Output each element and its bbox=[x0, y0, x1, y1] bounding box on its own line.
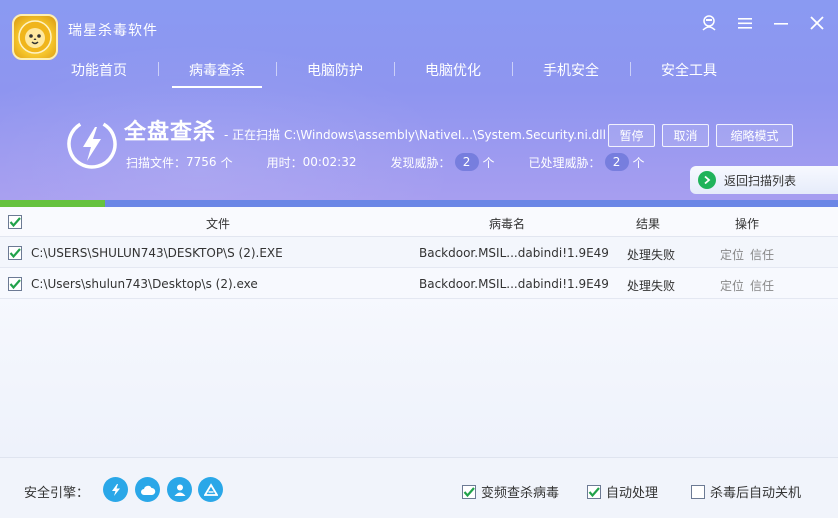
header: 瑞星杀毒软件 功能首页 病毒查杀 电脑防护 电脑优化 手机安全 安全工具 全盘查… bbox=[0, 0, 838, 200]
app-title: 瑞星杀毒软件 bbox=[68, 23, 158, 39]
auto-handle-option[interactable]: 自动处理 bbox=[587, 482, 658, 501]
row-file-path: C:\Users\shulun743\Desktop\s (2).exe bbox=[31, 277, 258, 291]
rising-lion-logo bbox=[12, 14, 58, 60]
main-nav: 功能首页 病毒查杀 电脑防护 电脑优化 手机安全 安全工具 bbox=[40, 52, 820, 88]
handled-threats-label: 已处理威胁： bbox=[528, 155, 601, 170]
row-result: 处理失败 bbox=[627, 248, 676, 262]
trust-link[interactable]: 信任 bbox=[750, 246, 774, 263]
cloud-icon[interactable] bbox=[135, 477, 160, 502]
user-icon[interactable] bbox=[167, 477, 192, 502]
user-icon[interactable] bbox=[698, 12, 720, 34]
check-icon bbox=[463, 486, 475, 497]
row-virus-name: Backdoor.MSIL...dabindi!1.9E49 bbox=[419, 246, 609, 260]
freq-scan-label: 变频查杀病毒 bbox=[481, 486, 560, 501]
select-all-checkbox[interactable] bbox=[8, 215, 22, 229]
footer: 安全引擎： 变频查杀病毒 自动处理 杀毒后自动关机 bbox=[0, 457, 838, 518]
menu-icon[interactable] bbox=[734, 12, 756, 34]
trust-link[interactable]: 信任 bbox=[750, 277, 774, 294]
scan-progress-bar bbox=[0, 200, 838, 207]
check-icon bbox=[9, 217, 21, 228]
back-to-scan-list-button[interactable]: 返回扫描列表 bbox=[690, 166, 838, 194]
scan-current-path: - 正在扫描 C:\Windows\assembly\NativeI...\Sy… bbox=[224, 128, 606, 142]
close-icon[interactable] bbox=[806, 12, 828, 34]
files-label: 扫描文件： bbox=[126, 155, 187, 170]
auto-handle-checkbox[interactable] bbox=[587, 484, 601, 499]
tab-mobile-security[interactable]: 手机安全 bbox=[512, 52, 630, 88]
locate-link[interactable]: 定位 bbox=[720, 277, 744, 294]
col-header-action: 操作 bbox=[735, 217, 760, 231]
freq-scan-checkbox[interactable] bbox=[462, 484, 476, 499]
table-header: 文件 病毒名 结果 操作 bbox=[0, 207, 838, 237]
scan-title: 全盘查杀 bbox=[124, 120, 217, 145]
minimize-icon[interactable] bbox=[770, 12, 792, 34]
found-threats-label: 发现威胁： bbox=[390, 155, 451, 170]
freq-scan-option[interactable]: 变频查杀病毒 bbox=[462, 482, 559, 501]
tab-security-tools[interactable]: 安全工具 bbox=[630, 52, 748, 88]
arrow-right-icon bbox=[698, 171, 716, 189]
auto-handle-label: 自动处理 bbox=[606, 486, 659, 501]
auto-shutdown-checkbox[interactable] bbox=[691, 484, 705, 499]
found-threats-unit: 个 bbox=[482, 155, 495, 170]
check-icon bbox=[9, 248, 21, 259]
time-label: 用时： bbox=[266, 155, 303, 170]
table-row[interactable]: C:\Users\shulun743\Desktop\s (2).exe Bac… bbox=[0, 268, 838, 299]
row-checkbox[interactable] bbox=[8, 277, 22, 291]
handled-threats-unit: 个 bbox=[632, 155, 645, 170]
col-header-result: 结果 bbox=[636, 217, 661, 231]
auto-shutdown-option[interactable]: 杀毒后自动关机 bbox=[691, 482, 801, 501]
check-icon bbox=[588, 486, 600, 497]
tab-protection[interactable]: 电脑防护 bbox=[276, 52, 394, 88]
table-row[interactable]: C:\USERS\SHULUN743\DESKTOP\S (2).EXE Bac… bbox=[0, 237, 838, 268]
col-header-virus-name: 病毒名 bbox=[489, 217, 526, 231]
tab-optimize[interactable]: 电脑优化 bbox=[394, 52, 512, 88]
pause-button[interactable]: 暂停 bbox=[608, 124, 655, 147]
tab-virus-scan[interactable]: 病毒查杀 bbox=[158, 52, 276, 88]
row-result: 处理失败 bbox=[627, 279, 676, 293]
row-file-path: C:\USERS\SHULUN743\DESKTOP\S (2).EXE bbox=[31, 246, 283, 260]
compact-mode-button[interactable]: 缩略模式 bbox=[716, 124, 793, 147]
full-scan-lightning-icon bbox=[66, 118, 118, 170]
auto-shutdown-label: 杀毒后自动关机 bbox=[710, 486, 802, 501]
files-value: 7756 bbox=[186, 155, 217, 169]
locate-link[interactable]: 定位 bbox=[720, 246, 744, 263]
scan-stats: 扫描文件： 7756 个 用时： 00:02:32 发现威胁： 2 个 已处理威… bbox=[126, 153, 679, 171]
lightning-icon[interactable] bbox=[103, 477, 128, 502]
window-controls bbox=[698, 12, 828, 34]
back-to-scan-list-label: 返回扫描列表 bbox=[724, 173, 797, 188]
found-threats-count: 2 bbox=[454, 153, 479, 171]
table-body: C:\USERS\SHULUN743\DESKTOP\S (2).EXE Bac… bbox=[0, 237, 838, 299]
scan-progress-fill bbox=[0, 200, 105, 207]
threat-table: 文件 病毒名 结果 操作 C:\USERS\SHULUN743\DESKTOP\… bbox=[0, 207, 838, 457]
row-checkbox[interactable] bbox=[8, 246, 22, 260]
check-icon bbox=[9, 279, 21, 290]
col-header-file: 文件 bbox=[206, 217, 231, 231]
files-unit: 个 bbox=[220, 155, 233, 170]
handled-threats-count: 2 bbox=[604, 153, 629, 171]
security-engine-label: 安全引擎： bbox=[24, 486, 90, 501]
cancel-button[interactable]: 取消 bbox=[662, 124, 709, 147]
row-virus-name: Backdoor.MSIL...dabindi!1.9E49 bbox=[419, 277, 609, 291]
mountain-icon[interactable] bbox=[198, 477, 223, 502]
time-value: 00:02:32 bbox=[302, 155, 357, 169]
tab-home[interactable]: 功能首页 bbox=[40, 52, 158, 88]
